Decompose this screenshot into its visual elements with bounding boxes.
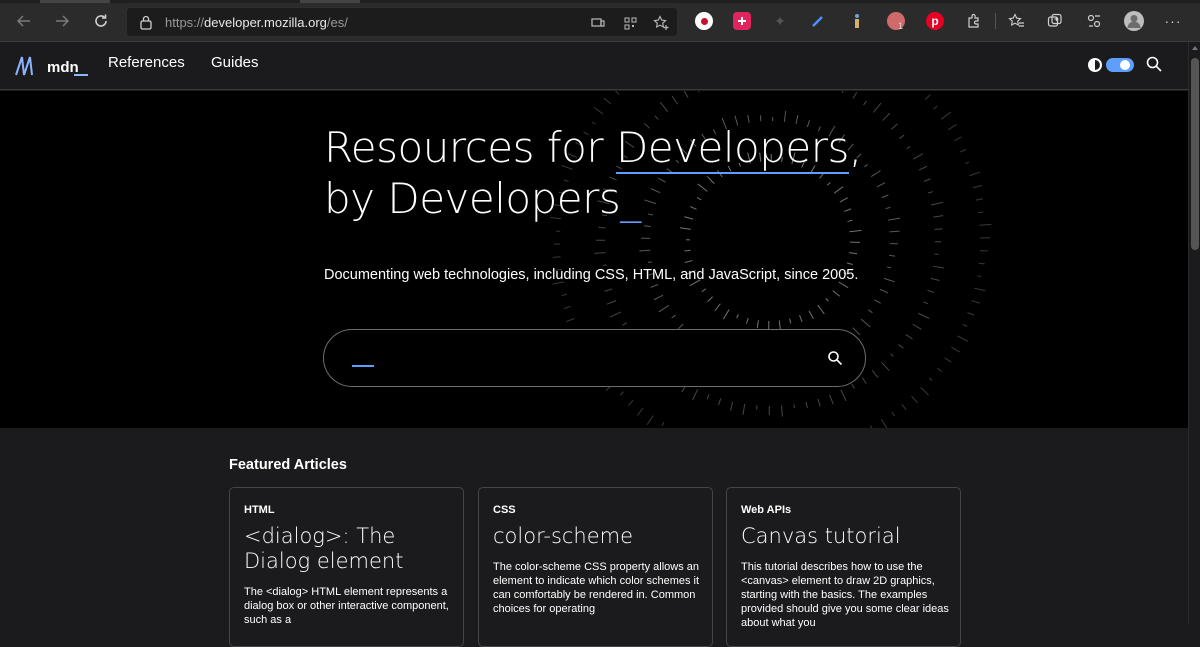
section-heading: Featured Articles bbox=[229, 457, 347, 473]
hero-search-input[interactable] bbox=[323, 329, 866, 387]
mdn-logo-icon bbox=[14, 55, 38, 77]
read-aloud-icon[interactable] bbox=[590, 15, 606, 31]
article-card[interactable]: Web APIs Canvas tutorial This tutorial d… bbox=[726, 487, 961, 647]
card-description: The <dialog> HTML element represents a d… bbox=[244, 585, 454, 627]
collections-icon[interactable] bbox=[1046, 12, 1064, 30]
theme-toggle[interactable] bbox=[1088, 56, 1136, 74]
extensions-puzzle-icon[interactable] bbox=[965, 12, 983, 30]
card-description: The color-scheme CSS property allows an … bbox=[493, 560, 703, 616]
toolbar-divider bbox=[995, 13, 996, 29]
record-extension-icon[interactable] bbox=[695, 12, 713, 30]
logo-text: mdn bbox=[47, 59, 79, 76]
url-text: https://developer.mozilla.org/es/ bbox=[165, 15, 348, 30]
hero: Resources for Developers, by Developers_… bbox=[0, 91, 1188, 428]
nav-references[interactable]: References bbox=[108, 54, 185, 71]
featured-articles: Featured Articles HTML <dialog>: The Dia… bbox=[0, 428, 1188, 625]
more-menu-icon[interactable]: ··· bbox=[1164, 12, 1182, 30]
hero-tagline: Documenting web technologies, including … bbox=[324, 267, 858, 283]
page-scrollbar[interactable] bbox=[1188, 42, 1200, 625]
back-arrow-icon[interactable] bbox=[12, 9, 36, 33]
favorites-icon[interactable] bbox=[1007, 12, 1025, 30]
profile-switch-icon[interactable] bbox=[1085, 12, 1103, 30]
article-card[interactable]: CSS color-scheme The color-scheme CSS pr… bbox=[478, 487, 713, 647]
card-title[interactable]: Canvas tutorial bbox=[741, 524, 951, 549]
card-title[interactable]: color-scheme bbox=[493, 524, 703, 549]
tab-strip bbox=[0, 0, 1200, 3]
card-category: HTML bbox=[244, 504, 275, 516]
mdn-logo[interactable]: mdn bbox=[14, 52, 79, 80]
card-category: CSS bbox=[493, 504, 516, 516]
forward-arrow-icon[interactable] bbox=[50, 9, 74, 33]
lock-icon[interactable] bbox=[139, 15, 153, 30]
pinterest-icon[interactable]: p bbox=[926, 12, 944, 30]
article-card[interactable]: HTML <dialog>: The Dialog element The <d… bbox=[229, 487, 464, 647]
scrollbar-thumb[interactable] bbox=[1191, 58, 1199, 250]
address-bar[interactable]: https://developer.mozilla.org/es/ bbox=[126, 7, 678, 37]
logo-cursor bbox=[74, 74, 88, 76]
reload-icon[interactable] bbox=[89, 9, 113, 33]
page-title: Resources for Developers, by Developers_ bbox=[324, 122, 862, 224]
pen-extension-icon[interactable] bbox=[809, 12, 827, 30]
contrast-icon bbox=[1088, 58, 1102, 72]
scroll-up-icon[interactable] bbox=[1192, 46, 1198, 50]
search-icon[interactable] bbox=[1145, 55, 1163, 73]
search-icon[interactable] bbox=[827, 350, 843, 366]
card-category: Web APIs bbox=[741, 504, 791, 516]
shield-extension-icon[interactable]: 1 bbox=[887, 12, 905, 30]
site-header: mdn References Guides bbox=[0, 42, 1188, 90]
avatar[interactable] bbox=[1124, 11, 1144, 31]
card-description: This tutorial describes how to use the <… bbox=[741, 560, 951, 630]
browser-toolbar: https://developer.mozilla.org/es/ ✦ 1 p bbox=[0, 0, 1200, 42]
qr-code-icon[interactable] bbox=[622, 15, 638, 31]
search-caret bbox=[352, 365, 374, 367]
card-title[interactable]: <dialog>: The Dialog element bbox=[244, 524, 454, 574]
figure-extension-icon[interactable] bbox=[848, 12, 866, 30]
sync-extension-icon[interactable]: ✦ bbox=[771, 12, 789, 30]
pocket-extension-icon[interactable] bbox=[733, 12, 751, 30]
add-favorite-icon[interactable] bbox=[653, 15, 669, 31]
nav-guides[interactable]: Guides bbox=[211, 54, 259, 71]
